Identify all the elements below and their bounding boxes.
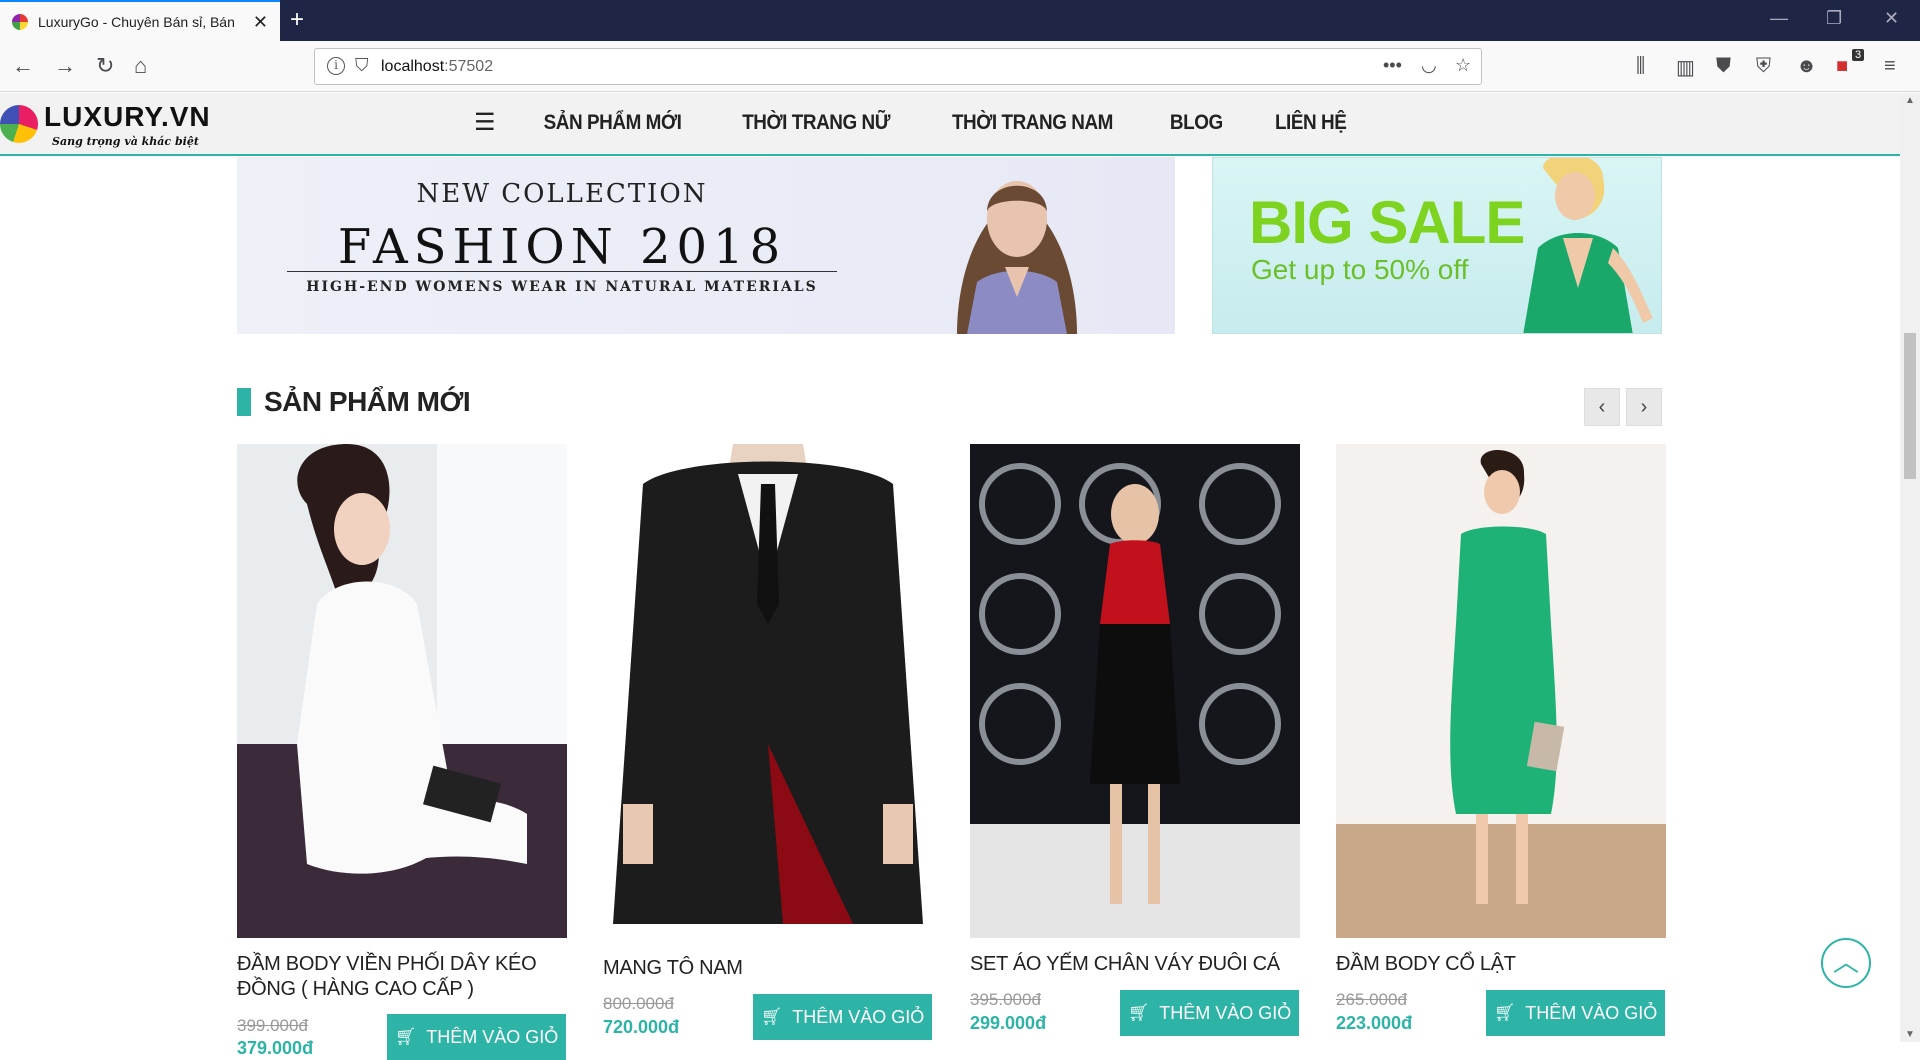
logo-mark-icon xyxy=(0,105,38,143)
carousel-next-button[interactable]: › xyxy=(1626,388,1662,426)
chevron-left-icon: ‹ xyxy=(1598,396,1606,418)
tracking-shield-icon[interactable]: ⛉ xyxy=(355,55,369,76)
menu-item-womens-fashion[interactable]: THỜI TRANG NỮ xyxy=(742,111,890,135)
add-to-cart-label: THÊM VÀO GIỎ xyxy=(792,1006,925,1027)
menu-item-contact[interactable]: LIÊN HỆ xyxy=(1275,111,1347,135)
menu-toggle-icon[interactable]: ☰ xyxy=(474,108,496,137)
scrollbar-thumb[interactable] xyxy=(1904,333,1916,479)
page-scrollbar[interactable]: ▲ ▼ xyxy=(1900,93,1920,1042)
hamburger-menu-icon[interactable]: ≡ xyxy=(1884,55,1896,78)
scroll-down-icon[interactable]: ▼ xyxy=(1905,1029,1915,1040)
add-to-cart-button[interactable]: 🛒︎ THÊM VÀO GIỎ xyxy=(1486,990,1665,1036)
privacy-badger-icon[interactable]: ⛊ xyxy=(1716,55,1731,78)
new-price: 299.000đ xyxy=(970,1013,1047,1033)
banner-divider xyxy=(287,271,837,272)
old-price: 399.000đ xyxy=(237,1016,308,1035)
product-image[interactable] xyxy=(970,444,1300,938)
restore-icon[interactable]: ❐ xyxy=(1826,8,1842,29)
old-price: 395.000đ xyxy=(970,990,1041,1009)
product-image[interactable] xyxy=(1336,444,1666,938)
cart-icon: 🛒︎ xyxy=(1127,1003,1150,1022)
ublock-icon[interactable]: ⛨ xyxy=(1756,55,1771,78)
sale-subtitle: Get up to 50% off xyxy=(1251,254,1469,285)
banner-title: FASHION 2018 xyxy=(337,219,787,275)
product-card: SET ÁO YẾM CHÂN VÁY ĐUÔI CÁ 395.000đ 299… xyxy=(970,444,1300,1044)
product-name[interactable]: ĐẦM BODY CỔ LẬT xyxy=(1336,952,1666,977)
section-accent-bar xyxy=(237,388,251,416)
sale-model-image xyxy=(1523,158,1653,333)
info-icon[interactable]: i xyxy=(327,57,345,75)
cart-icon: 🛒︎ xyxy=(1493,1003,1516,1022)
site-header: LUXURY.VN Sang trọng và khác biệt ☰ SẢN … xyxy=(0,93,1900,156)
menu-item-new-products[interactable]: SẢN PHẨM MỚI xyxy=(544,111,682,135)
old-price: 800.000đ xyxy=(603,994,674,1013)
scroll-up-icon[interactable]: ▲ xyxy=(1905,95,1915,106)
new-price: 379.000đ xyxy=(237,1038,314,1058)
browser-tab-bar: LuxuryGo - Chuyên Bán sỉ, Bán lẻ ✕ + — ❐… xyxy=(0,0,1920,41)
main-menu: SẢN PHẨM MỚI THỜI TRANG NỮ THỜI TRANG NA… xyxy=(536,111,1350,135)
extension-icon[interactable]: ■ xyxy=(1836,55,1848,78)
cart-icon: 🛒︎ xyxy=(760,1007,783,1026)
cart-icon: 🛒︎ xyxy=(394,1027,417,1046)
banner-model-image xyxy=(957,181,1077,334)
minimize-icon[interactable]: — xyxy=(1770,8,1788,29)
reload-icon[interactable]: ↻ xyxy=(96,53,114,79)
banner-kicker: NEW COLLECTION xyxy=(416,179,708,209)
bookmark-star-icon[interactable]: ☆ xyxy=(1455,55,1471,76)
product-image[interactable] xyxy=(237,444,567,938)
new-tab-icon[interactable]: + xyxy=(290,6,304,34)
carousel-prev-button[interactable]: ‹ xyxy=(1584,388,1620,426)
sidebar-icon[interactable]: ▥ xyxy=(1676,55,1695,80)
tampermonkey-icon[interactable]: ☻ xyxy=(1796,55,1817,78)
library-icon[interactable]: ⫼ xyxy=(1636,55,1645,78)
add-to-cart-button[interactable]: 🛒︎ THÊM VÀO GIỎ xyxy=(387,1014,566,1060)
chevron-right-icon: › xyxy=(1640,396,1648,418)
window-close-icon[interactable]: ✕ xyxy=(1884,8,1899,29)
back-icon[interactable]: ← xyxy=(12,53,34,79)
favicon-icon xyxy=(12,13,28,30)
logo-tagline: Sang trọng và khác biệt xyxy=(52,135,199,148)
add-to-cart-button[interactable]: 🛒︎ THÊM VÀO GIỎ xyxy=(1120,990,1299,1036)
add-to-cart-label: THÊM VÀO GIỎ xyxy=(1159,1002,1292,1023)
extension-badge: 3 xyxy=(1852,49,1865,61)
new-price: 720.000đ xyxy=(603,1017,680,1037)
banner-subtitle: HIGH-END WOMENS WEAR IN NATURAL MATERIAL… xyxy=(306,279,818,295)
forward-icon[interactable]: → xyxy=(54,53,76,79)
section-title: SẢN PHẨM MỚI xyxy=(264,386,471,417)
product-card: MANG TÔ NAM 800.000đ 720.000đ 🛒︎ THÊM VÀ… xyxy=(603,444,933,1044)
address-bar[interactable]: i ⛉ localhost:57502 ••• ◡ ☆ xyxy=(314,48,1482,85)
tab-title: LuxuryGo - Chuyên Bán sỉ, Bán lẻ xyxy=(38,13,238,30)
browser-tab[interactable]: LuxuryGo - Chuyên Bán sỉ, Bán lẻ ✕ xyxy=(0,0,280,41)
collection-banner[interactable]: NEW COLLECTION FASHION 2018 HIGH-END WOM… xyxy=(237,157,1175,334)
site-logo[interactable]: LUXURY.VN Sang trọng và khác biệt xyxy=(0,99,210,149)
sale-banner[interactable]: BIG SALE Get up to 50% off xyxy=(1212,157,1662,334)
new-price: 223.000đ xyxy=(1336,1013,1413,1033)
back-to-top-button[interactable]: ︿ xyxy=(1821,938,1871,988)
pocket-icon[interactable]: ◡ xyxy=(1421,55,1437,76)
product-name[interactable]: SET ÁO YẾM CHÂN VÁY ĐUÔI CÁ xyxy=(970,952,1300,977)
product-name[interactable]: ĐẦM BODY VIỀN PHỐI DÂY KÉO ĐỒNG ( HÀNG C… xyxy=(237,952,567,1002)
old-price: 265.000đ xyxy=(1336,990,1407,1009)
menu-item-mens-fashion[interactable]: THỜI TRANG NAM xyxy=(952,111,1113,135)
add-to-cart-button[interactable]: 🛒︎ THÊM VÀO GIỎ xyxy=(753,994,932,1040)
logo-text: LUXURY.VN xyxy=(44,101,211,132)
product-image[interactable] xyxy=(603,444,933,942)
home-icon[interactable]: ⌂ xyxy=(134,53,147,79)
browser-nav-bar: ← → ↻ ⌂ i ⛉ localhost:57502 ••• ◡ ☆ ⫼ ▥ … xyxy=(0,41,1920,92)
menu-item-blog[interactable]: BLOG xyxy=(1170,111,1223,135)
add-to-cart-label: THÊM VÀO GIỎ xyxy=(1525,1002,1658,1023)
product-card: ĐẦM BODY CỔ LẬT 265.000đ 223.000đ 🛒︎ THÊ… xyxy=(1336,444,1666,1044)
chevron-up-icon: ︿ xyxy=(1832,947,1859,977)
product-card: ĐẦM BODY VIỀN PHỐI DÂY KÉO ĐỒNG ( HÀNG C… xyxy=(237,444,567,1060)
page-actions-icon[interactable]: ••• xyxy=(1383,55,1402,76)
add-to-cart-label: THÊM VÀO GIỎ xyxy=(426,1026,559,1047)
close-tab-icon[interactable]: ✕ xyxy=(253,12,268,33)
url-text[interactable]: localhost:57502 xyxy=(381,58,493,76)
product-name[interactable]: MANG TÔ NAM xyxy=(603,956,933,981)
